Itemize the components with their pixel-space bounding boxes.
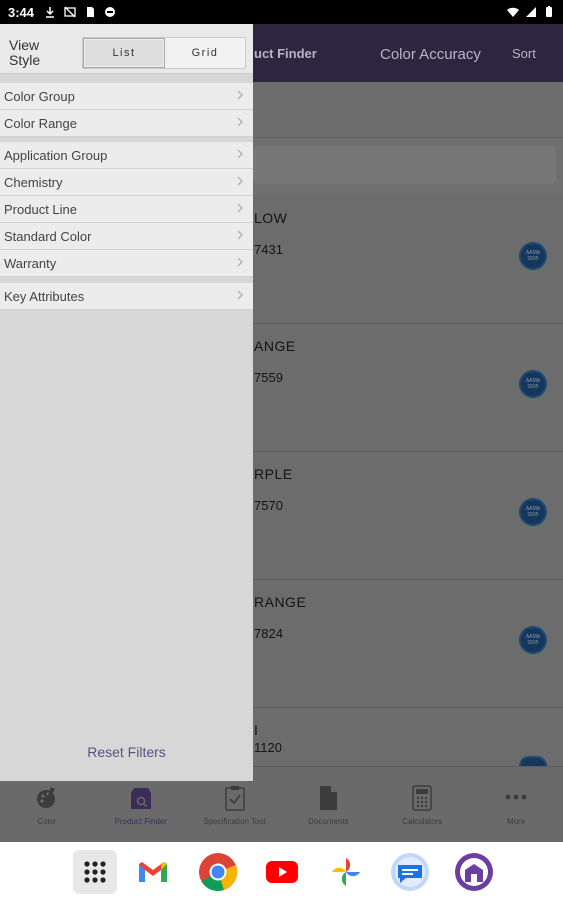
view-style-toggle: List Grid xyxy=(82,37,246,69)
chevron-right-icon xyxy=(237,117,243,127)
list-view-button[interactable]: List xyxy=(83,38,165,68)
result-name: LOW xyxy=(254,210,288,226)
chevron-right-icon xyxy=(237,230,243,240)
app-drawer-button[interactable] xyxy=(73,850,117,894)
tab-label: Specification Tool xyxy=(203,817,266,826)
result-code: 1120 xyxy=(254,740,282,755)
filter-label: Color Group xyxy=(4,88,75,104)
result-code: 7431 xyxy=(254,242,283,257)
result-name: ANGE xyxy=(254,338,296,354)
app-icon xyxy=(455,853,493,891)
filter-label: Application Group xyxy=(4,147,108,163)
filter-drawer: View Style List Grid Color Group Color R… xyxy=(0,24,253,781)
youtube-icon xyxy=(266,861,298,883)
result-code: 7570 xyxy=(254,498,283,513)
color-accuracy-button[interactable]: Color Accuracy xyxy=(380,46,481,63)
tab-more[interactable]: More xyxy=(469,767,563,842)
calculator-icon xyxy=(412,785,432,811)
photos-app[interactable] xyxy=(324,850,368,894)
aama-badge-icon xyxy=(519,756,547,766)
filter-group: Key Attributes xyxy=(0,283,253,781)
view-style-row: View Style List Grid xyxy=(0,24,253,74)
filter-group: Application Group Chemistry Product Line… xyxy=(0,142,253,277)
youtube-app[interactable] xyxy=(260,850,304,894)
filter-chemistry[interactable]: Chemistry xyxy=(0,169,253,196)
chevron-right-icon xyxy=(237,257,243,267)
chevron-right-icon xyxy=(237,176,243,186)
wifi-icon xyxy=(507,7,519,17)
download-icon xyxy=(46,7,55,18)
filter-label: Warranty xyxy=(4,255,57,271)
chrome-app[interactable] xyxy=(196,850,240,894)
status-bar: 3:44 xyxy=(0,0,563,24)
filter-key-attributes[interactable]: Key Attributes xyxy=(0,283,253,310)
filter-warranty[interactable]: Warranty xyxy=(0,250,253,277)
product-finder-icon xyxy=(130,788,151,809)
tab-label: Color xyxy=(37,817,57,826)
tab-calculators[interactable]: Calculators xyxy=(375,767,469,842)
document-icon xyxy=(320,786,338,810)
chrome-icon xyxy=(199,853,238,891)
messages-app[interactable] xyxy=(388,850,432,894)
filter-group: Color Group Color Range xyxy=(0,83,253,137)
aama-badge-icon: AAMA 2605 xyxy=(519,242,547,270)
app-title: uct Finder xyxy=(254,46,317,61)
tab-label: More xyxy=(506,817,526,826)
tab-label: Documents xyxy=(308,817,349,826)
result-code: 7824 xyxy=(254,626,283,641)
clipboard-check-icon xyxy=(224,786,245,811)
messages-icon xyxy=(391,853,429,891)
filter-color-group[interactable]: Color Group xyxy=(0,83,253,110)
sort-button[interactable]: Sort xyxy=(512,46,536,61)
filter-label: Standard Color xyxy=(4,228,92,244)
filter-label: Color Range xyxy=(4,115,77,131)
aama-badge-icon: AAMA 2605 xyxy=(519,626,547,654)
app-drawer-icon xyxy=(84,861,106,883)
more-dots-icon xyxy=(505,794,527,800)
filter-color-range[interactable]: Color Range xyxy=(0,110,253,137)
no-image-icon xyxy=(64,6,76,18)
aama-badge-icon: AAMA 2605 xyxy=(519,498,547,526)
view-style-label: View Style xyxy=(9,37,41,68)
chevron-right-icon xyxy=(237,290,243,300)
status-time: 3:44 xyxy=(8,4,35,20)
tab-documents[interactable]: Documents xyxy=(281,767,375,842)
result-name: RPLE xyxy=(254,466,293,482)
result-name: I xyxy=(254,722,259,738)
filter-application-group[interactable]: Application Group xyxy=(0,142,253,169)
filter-label: Key Attributes xyxy=(4,288,85,304)
purple-app[interactable] xyxy=(452,850,496,894)
file-icon xyxy=(87,7,95,17)
grid-view-button[interactable]: Grid xyxy=(165,38,245,68)
gmail-icon xyxy=(139,862,167,882)
photos-icon xyxy=(332,858,360,886)
battery-icon xyxy=(546,6,552,17)
filter-label: Chemistry xyxy=(4,174,63,190)
chevron-right-icon xyxy=(237,90,243,100)
palette-icon xyxy=(36,787,55,808)
signal-icon xyxy=(526,7,536,17)
aama-badge-icon: AAMA 2605 xyxy=(519,370,547,398)
filter-product-line[interactable]: Product Line xyxy=(0,196,253,223)
chevron-right-icon xyxy=(237,203,243,213)
app-status-icon xyxy=(105,7,116,17)
result-code: 7559 xyxy=(254,370,283,385)
gmail-app[interactable] xyxy=(131,850,175,894)
result-name: RANGE xyxy=(254,594,307,610)
filter-standard-color[interactable]: Standard Color xyxy=(0,223,253,250)
chevron-right-icon xyxy=(237,149,243,159)
search-bar[interactable] xyxy=(253,146,556,184)
tab-label: Product Finder xyxy=(114,817,167,826)
filter-label: Product Line xyxy=(4,201,77,217)
system-dock xyxy=(0,842,563,900)
tab-label: Calculators xyxy=(402,817,443,826)
reset-filters-button[interactable]: Reset Filters xyxy=(0,744,253,760)
